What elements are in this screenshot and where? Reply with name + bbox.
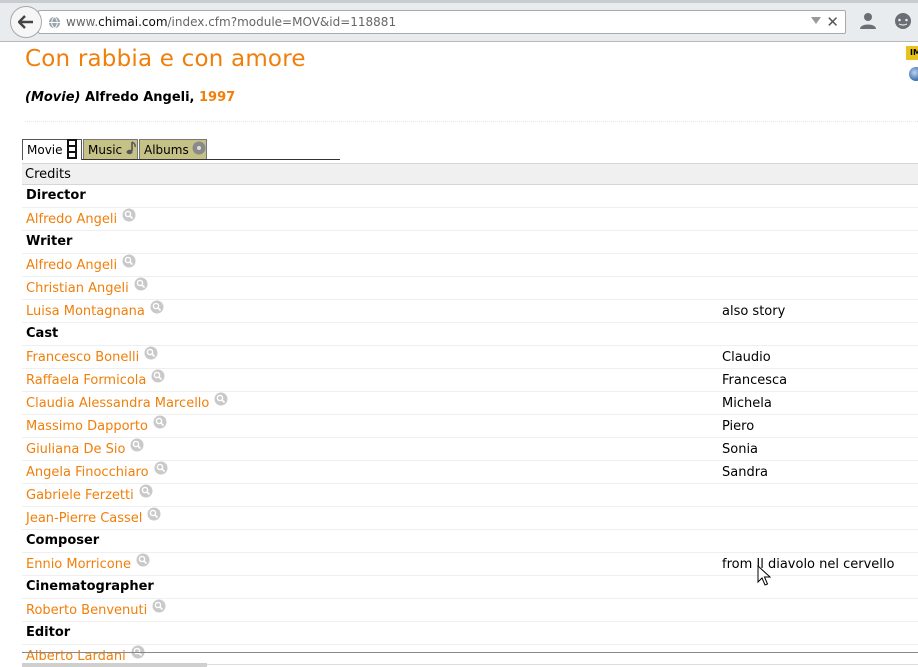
search-icon[interactable] (144, 346, 158, 360)
search-icon[interactable] (122, 254, 136, 268)
tab-label: Albums (144, 142, 189, 157)
credit-note: from Il diavolo nel cervello (722, 557, 895, 572)
search-icon[interactable] (214, 392, 228, 406)
search-icon[interactable] (130, 438, 144, 452)
search-icon[interactable] (122, 208, 136, 222)
credit-role-row: Composer (22, 530, 918, 553)
credit-person-row: Alfredo Angeli (22, 208, 918, 231)
scrollbar[interactable] (22, 663, 207, 667)
credit-person-row: Christian Angeli (22, 277, 918, 300)
film-icon (66, 138, 78, 162)
credit-person-row: Raffaela Formicola Francesca (22, 369, 918, 392)
globe-icon (48, 16, 61, 29)
movie-year: 1997 (199, 90, 236, 105)
page-title: Con rabbia e con amore (25, 46, 306, 72)
table-bottom-border (22, 652, 918, 653)
tab-label: Music (88, 142, 123, 157)
credit-role-row: Writer (22, 231, 918, 254)
search-icon[interactable] (147, 507, 161, 521)
person-link[interactable]: Francesco Bonelli (26, 350, 139, 365)
credit-role-title: Composer (26, 533, 100, 548)
person-link[interactable]: Angela Finocchiaro (26, 465, 149, 480)
tab-strip-edge (0, 0, 918, 3)
credit-person-row: Angela Finocchiaro Sandra (22, 461, 918, 484)
search-icon[interactable] (150, 300, 164, 314)
movie-type-label: (Movie) (25, 90, 81, 105)
tab-label: Movie (27, 143, 63, 157)
credit-note: Francesca (722, 373, 788, 388)
divider (25, 121, 918, 122)
movie-director-name: Alfredo Angeli, (85, 90, 195, 105)
disc-icon (192, 141, 206, 158)
credit-role-row: Director (22, 185, 918, 208)
person-link[interactable]: Raffaela Formicola (26, 373, 146, 388)
imdb-badge[interactable]: IM (906, 46, 918, 60)
back-button[interactable] (10, 6, 42, 38)
credit-role-title: Cast (26, 326, 59, 341)
person-link[interactable]: Alfredo Angeli (26, 258, 117, 273)
divider (207, 664, 918, 665)
credit-note: Claudio (722, 350, 771, 365)
tab-movie[interactable]: Movie (22, 138, 82, 162)
credit-person-row: Gabriele Ferzetti (22, 484, 918, 507)
movie-subtitle: (Movie) Alfredo Angeli, 1997 (25, 90, 235, 105)
search-icon[interactable] (134, 277, 148, 291)
credit-note: Sandra (722, 465, 769, 480)
credit-person-row: Giuliana De Sio Sonia (22, 438, 918, 461)
address-bar[interactable]: www.chimai.com/index.cfm?module=MOV&id=1… (38, 10, 846, 34)
user-icon[interactable] (859, 12, 877, 30)
mouse-cursor-icon (757, 565, 771, 586)
credit-role-title: Writer (26, 234, 73, 249)
credit-role-title: Cinematographer (26, 579, 154, 594)
tab-albums[interactable]: Albums (139, 139, 207, 159)
credit-person-row: Ennio Morricone from Il diavolo nel cerve… (22, 553, 918, 576)
credit-person-row: Massimo Dapporto Piero (22, 415, 918, 438)
credit-person-row: Claudia Alessandra Marcello Michela (22, 392, 918, 415)
chat-icon[interactable] (893, 12, 913, 30)
credits-table: Director Alfredo Angeli Writer Alfredo Ange… (22, 185, 918, 667)
person-link[interactable]: Jean-Pierre Cassel (26, 511, 142, 526)
credit-role-title: Director (26, 188, 86, 203)
person-link[interactable]: Ennio Morricone (26, 557, 131, 572)
credit-role-row: Editor (22, 622, 918, 645)
globe-icon[interactable] (909, 67, 918, 81)
credit-person-row: Francesco Bonelli Claudio (22, 346, 918, 369)
search-icon[interactable] (136, 553, 150, 567)
credit-note: also story (722, 304, 786, 319)
credit-person-row: Jean-Pierre Cassel (22, 507, 918, 530)
music-note-icon (125, 141, 137, 158)
search-icon[interactable] (153, 415, 167, 429)
tab-music[interactable]: Music (83, 139, 138, 159)
credit-person-row: Alfredo Angeli (22, 254, 918, 277)
credit-note: Michela (722, 396, 772, 411)
person-link[interactable]: Alfredo Angeli (26, 212, 117, 227)
credit-note: Sonia (722, 442, 759, 457)
chevron-down-icon[interactable] (811, 17, 821, 24)
close-icon[interactable]: ✕ (826, 13, 839, 31)
credits-header: Credits (22, 163, 918, 185)
credit-person-row: Roberto Benvenuti (22, 599, 918, 622)
person-link[interactable]: Christian Angeli (26, 281, 129, 296)
arrow-left-icon (18, 15, 33, 29)
credit-role-row: Cinematographer (22, 576, 918, 599)
credit-person-row: Luisa Montagnana also story (22, 300, 918, 323)
person-link[interactable]: Gabriele Ferzetti (26, 488, 134, 503)
search-icon[interactable] (154, 461, 168, 475)
person-link[interactable]: Massimo Dapporto (26, 419, 148, 434)
person-link[interactable]: Giuliana De Sio (26, 442, 125, 457)
search-icon[interactable] (152, 599, 166, 613)
person-link[interactable]: Luisa Montagnana (26, 304, 145, 319)
credit-note: Piero (722, 419, 755, 434)
person-link[interactable]: Claudia Alessandra Marcello (26, 396, 209, 411)
credit-role-title: Editor (26, 625, 71, 640)
credit-role-row: Cast (22, 323, 918, 346)
url-text[interactable]: www.chimai.com/index.cfm?module=MOV&id=1… (66, 15, 396, 29)
search-icon[interactable] (151, 369, 165, 383)
person-link[interactable]: Roberto Benvenuti (26, 603, 147, 618)
search-icon[interactable] (139, 484, 153, 498)
browser-toolbar: www.chimai.com/index.cfm?module=MOV&id=1… (0, 0, 918, 42)
